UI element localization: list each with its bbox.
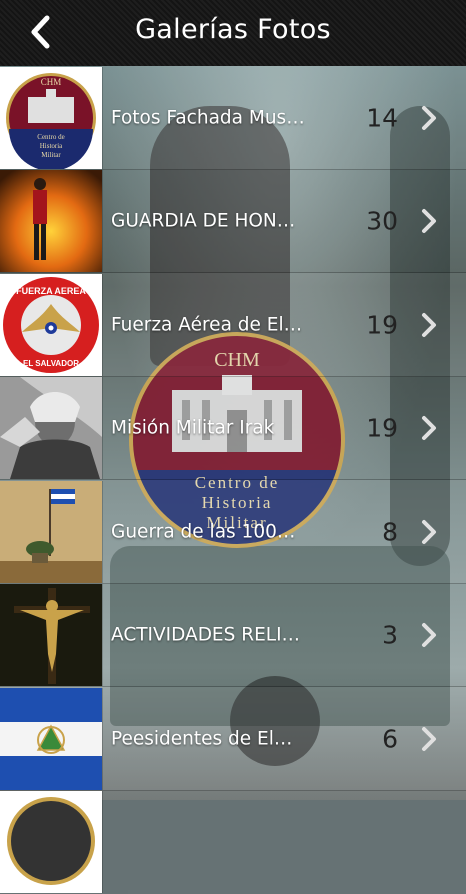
gallery-row[interactable]: CHM Centro de Historia Militar Fotos Fac… bbox=[0, 66, 466, 170]
gallery-row[interactable]: ACTIVIDADES RELI… 3 bbox=[0, 584, 466, 688]
gallery-title: GUARDIA DE HON… bbox=[111, 211, 326, 232]
photo-count: 19 bbox=[366, 414, 398, 443]
gallery-title: Guerra de las 100… bbox=[111, 521, 326, 542]
thumbnail-crucifix bbox=[0, 584, 103, 686]
svg-text:Centro de: Centro de bbox=[37, 133, 64, 141]
photo-count: 30 bbox=[366, 207, 398, 236]
svg-text:CHM: CHM bbox=[41, 77, 62, 87]
thumbnail-el-salvador-flag bbox=[0, 688, 103, 790]
thumbnail-partial-logo bbox=[0, 791, 103, 893]
gallery-row[interactable]: Guerra de las 100… 8 bbox=[0, 480, 466, 584]
thumbnail-iraq-mission bbox=[0, 377, 103, 479]
chevron-right-icon bbox=[420, 725, 438, 753]
thumbnail-air-force: FUERZA AEREA EL SALVADOR bbox=[0, 274, 103, 376]
header-bar: Galerías Fotos bbox=[0, 0, 466, 66]
svg-text:EL SALVADOR: EL SALVADOR bbox=[23, 359, 79, 368]
gallery-title: ACTIVIDADES RELI… bbox=[111, 625, 326, 646]
chevron-right-icon bbox=[420, 104, 438, 132]
thumbnail-chm-logo: CHM Centro de Historia Militar bbox=[0, 67, 103, 169]
chevron-right-icon bbox=[420, 311, 438, 339]
gallery-row[interactable]: Misión Militar Irak 19 bbox=[0, 377, 466, 481]
page-title: Galerías Fotos bbox=[0, 14, 466, 45]
gallery-row[interactable]: GUARDIA DE HON… 30 bbox=[0, 170, 466, 274]
chevron-right-icon bbox=[420, 621, 438, 649]
gallery-title: Misión Militar Irak bbox=[111, 418, 326, 439]
svg-text:FUERZA AEREA: FUERZA AEREA bbox=[16, 286, 86, 296]
photo-count: 3 bbox=[382, 621, 398, 650]
svg-text:Militar: Militar bbox=[41, 151, 61, 159]
gallery-list: CHM Centro de Historia Militar Fotos Fac… bbox=[0, 66, 466, 894]
gallery-title: Fotos Fachada Mus… bbox=[111, 107, 326, 128]
photo-count: 14 bbox=[366, 103, 398, 132]
chevron-right-icon bbox=[420, 414, 438, 442]
gallery-row[interactable]: FUERZA AEREA EL SALVADOR Fuerza Aérea de… bbox=[0, 273, 466, 377]
photo-count: 6 bbox=[382, 724, 398, 753]
gallery-title: Fuerza Aérea de El… bbox=[111, 314, 326, 335]
chevron-right-icon bbox=[420, 518, 438, 546]
gallery-title: Peesidentes de El… bbox=[111, 728, 326, 749]
photo-count: 19 bbox=[366, 310, 398, 339]
gallery-row[interactable]: Peesidentes de El… 6 bbox=[0, 687, 466, 791]
thumbnail-honor-guard bbox=[0, 170, 103, 272]
gallery-row[interactable] bbox=[0, 791, 466, 894]
svg-text:Historia: Historia bbox=[40, 142, 63, 150]
thumbnail-war-memorial bbox=[0, 481, 103, 583]
chevron-right-icon bbox=[420, 207, 438, 235]
photo-count: 8 bbox=[382, 517, 398, 546]
